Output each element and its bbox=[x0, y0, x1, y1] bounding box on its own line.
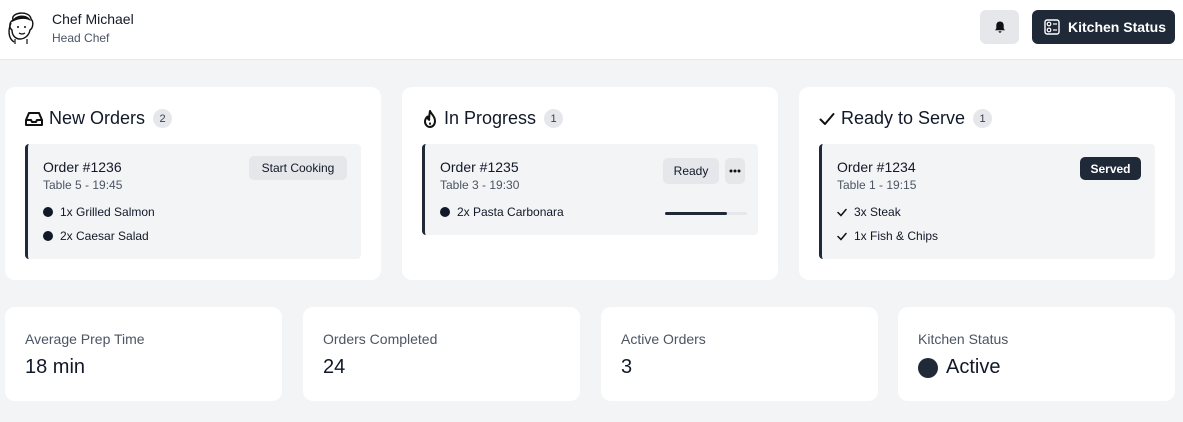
flame-icon bbox=[424, 109, 436, 128]
column-header: In Progress 1 bbox=[422, 108, 564, 129]
bullet-icon bbox=[440, 207, 450, 217]
column-header: Ready to Serve 1 bbox=[819, 108, 993, 129]
order-item-label: 2x Pasta Carbonara bbox=[457, 205, 564, 219]
order-item-label: 1x Grilled Salmon bbox=[60, 205, 155, 219]
stat-card-active-orders: Active Orders 3 bbox=[601, 307, 878, 401]
stat-value: Active bbox=[918, 356, 1000, 379]
stat-card-kitchen-status: Kitchen Status Active bbox=[898, 307, 1175, 401]
stat-card-average-prep-time: Average Prep Time 18 min bbox=[5, 307, 282, 401]
order-card[interactable]: Order #1235 Table 3 - 19:30 Ready 2x Pas… bbox=[422, 144, 758, 235]
stat-value-text: 3 bbox=[621, 356, 633, 378]
notifications-button[interactable] bbox=[980, 10, 1019, 44]
order-item: 3x Steak bbox=[837, 205, 901, 219]
column-header: New Orders 2 bbox=[25, 108, 173, 129]
inbox-icon bbox=[25, 111, 43, 126]
stat-label: Average Prep Time bbox=[25, 331, 145, 347]
top-bar: Chef Michael Head Chef Kitchen Status bbox=[0, 0, 1183, 60]
column-ready-to-serve: Ready to Serve 1 Order #1234 Table 1 - 1… bbox=[799, 87, 1175, 280]
order-item-label: 2x Caesar Salad bbox=[60, 229, 149, 243]
order-id: Order #1236 bbox=[43, 159, 122, 175]
column-title: New Orders bbox=[49, 108, 146, 128]
order-id: Order #1235 bbox=[440, 159, 519, 175]
checkmark-icon bbox=[819, 112, 835, 125]
order-item-label: 3x Steak bbox=[854, 205, 901, 219]
check-small-icon bbox=[837, 208, 847, 217]
bullet-icon bbox=[43, 207, 53, 217]
order-table-time: Table 1 - 19:15 bbox=[837, 178, 917, 192]
column-title: Ready to Serve bbox=[841, 108, 966, 128]
order-count-badge: 2 bbox=[153, 109, 173, 128]
check-small-icon bbox=[837, 232, 847, 241]
chef-avatar bbox=[4, 8, 38, 44]
cooking-progress-fill bbox=[665, 212, 727, 215]
bell-icon bbox=[994, 21, 1005, 33]
served-button[interactable]: Served bbox=[1080, 157, 1141, 180]
order-item: 1x Fish & Chips bbox=[837, 229, 938, 243]
column-title: In Progress bbox=[444, 108, 537, 128]
kitchen-icon bbox=[1044, 19, 1060, 35]
start-cooking-button[interactable]: Start Cooking bbox=[249, 156, 347, 180]
stat-label: Active Orders bbox=[621, 331, 706, 347]
cooking-progress-bar bbox=[665, 212, 747, 215]
ready-button[interactable]: Ready bbox=[663, 158, 719, 184]
stat-label: Kitchen Status bbox=[918, 331, 1009, 347]
stat-value: 3 bbox=[621, 356, 632, 379]
order-item: 1x Grilled Salmon bbox=[43, 205, 155, 219]
order-table-time: Table 5 - 19:45 bbox=[43, 178, 123, 192]
stat-value: 18 min bbox=[25, 356, 85, 379]
order-item: 2x Pasta Carbonara bbox=[440, 205, 564, 219]
column-new-orders: New Orders 2 Order #1236 Table 5 - 19:45… bbox=[5, 87, 381, 280]
stat-card-orders-completed: Orders Completed 24 bbox=[303, 307, 580, 401]
user-name: Chef Michael bbox=[52, 11, 134, 27]
stat-value-text: 24 bbox=[323, 356, 346, 378]
order-card[interactable]: Order #1236 Table 5 - 19:45 Start Cookin… bbox=[25, 144, 361, 259]
user-role: Head Chef bbox=[52, 31, 110, 45]
more-options-button[interactable] bbox=[725, 158, 745, 184]
column-in-progress: In Progress 1 Order #1235 Table 3 - 19:3… bbox=[402, 87, 778, 280]
order-count-badge: 1 bbox=[544, 109, 564, 128]
kitchen-status-button[interactable]: Kitchen Status bbox=[1032, 10, 1175, 44]
order-count-badge: 1 bbox=[973, 109, 993, 128]
status-indicator-icon bbox=[918, 357, 938, 378]
stat-value-text: Active bbox=[946, 356, 1001, 378]
order-id: Order #1234 bbox=[837, 159, 916, 175]
stat-value-text: 18 min bbox=[25, 356, 86, 378]
stat-value: 24 bbox=[323, 356, 345, 379]
bullet-icon bbox=[43, 231, 53, 241]
stat-label: Orders Completed bbox=[323, 331, 438, 347]
order-table-time: Table 3 - 19:30 bbox=[440, 178, 520, 192]
more-dots-icon bbox=[729, 169, 741, 173]
kitchen-status-button-label: Kitchen Status bbox=[1068, 19, 1167, 35]
order-item: 2x Caesar Salad bbox=[43, 229, 149, 243]
order-item-label: 1x Fish & Chips bbox=[854, 229, 939, 243]
order-card[interactable]: Order #1234 Table 1 - 19:15 Served 3x St… bbox=[819, 144, 1155, 259]
